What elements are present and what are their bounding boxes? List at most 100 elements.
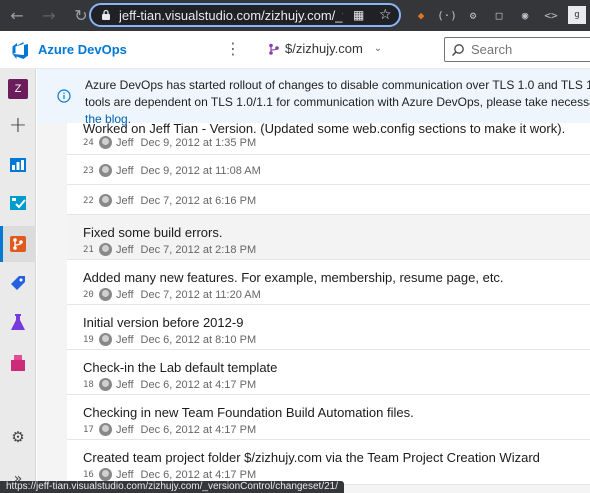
changeset-date: Dec 9, 2012 at 11:08 AM [140, 164, 261, 177]
changeset-id: 23 [83, 165, 94, 176]
changeset-meta: 18 Jeff Dec 6, 2012 at 4:17 PM [83, 378, 256, 391]
changeset-comment: Added many new features. For example, me… [83, 270, 504, 285]
changeset-meta: 19 Jeff Dec 6, 2012 at 8:10 PM [83, 333, 256, 346]
changeset-meta: 16 Jeff Dec 6, 2012 at 4:17 PM [83, 468, 256, 481]
changeset-date: Dec 7, 2012 at 6:16 PM [140, 194, 257, 207]
azure-devops-logo[interactable] [10, 40, 30, 60]
extension-icon[interactable]: ⚙ [464, 6, 482, 24]
changeset-panel: Azure DevOps has started rollout of chan… [37, 69, 590, 493]
link-status-bar: https://jeff-tian.visualstudio.com/zizhu… [0, 481, 345, 493]
chevron-down-icon: ⌄ [373, 43, 383, 54]
changeset-row[interactable]: Created team project folder $/zizhujy.co… [67, 440, 590, 485]
app-title[interactable]: Azure DevOps [38, 42, 127, 57]
add-icon[interactable]: + [0, 107, 36, 143]
changeset-meta: 21 Jeff Dec 7, 2012 at 2:18 PM [83, 243, 256, 256]
code-icon[interactable]: <> [542, 6, 560, 24]
changeset-id: 21 [83, 244, 94, 255]
changeset-id: 22 [83, 195, 94, 206]
left-nav-rail: Z + ⚙ » [0, 69, 36, 493]
changeset-date: Dec 6, 2012 at 4:17 PM [140, 378, 257, 391]
app-header: Azure DevOps ⋮ $/zizhujy.com ⌄ [0, 31, 590, 69]
avatar [99, 288, 112, 301]
changeset-date: Dec 6, 2012 at 4:17 PM [140, 468, 257, 481]
changeset-row[interactable]: Fixed some build errors. 21 Jeff Dec 7, … [67, 215, 590, 260]
author-name: Jeff [116, 194, 134, 207]
changeset-id: 24 [83, 137, 94, 148]
changeset-row[interactable]: Check-in the Lab default template 18 Jef… [67, 350, 590, 395]
url-text[interactable]: jeff-tian.visualstudio.com/zizhujy.com/_… [119, 8, 343, 23]
back-icon[interactable]: ← [6, 5, 28, 27]
avatar [99, 378, 112, 391]
more-options-icon[interactable]: ⋮ [225, 39, 241, 58]
avatar [99, 423, 112, 436]
pipelines-icon[interactable] [0, 265, 36, 301]
overview-icon[interactable] [0, 147, 36, 183]
avatar [99, 333, 112, 346]
changeset-id: 19 [83, 334, 94, 345]
changeset-date: Dec 9, 2012 at 1:35 PM [140, 136, 257, 149]
avatar [99, 468, 112, 481]
banner-line-2: tools are dependent on TLS 1.0/1.1 for c… [85, 95, 590, 109]
project-avatar[interactable]: Z [0, 71, 36, 107]
extensions-bar: ◆ (·) ⚙ □ ◉ <> g ● [412, 6, 590, 24]
changeset-meta: 24 Jeff Dec 9, 2012 at 1:35 PM [83, 136, 256, 149]
lock-icon [99, 8, 113, 22]
project-initial: Z [8, 79, 28, 99]
changeset-id: 18 [83, 379, 94, 390]
changeset-date: Dec 6, 2012 at 8:10 PM [140, 333, 257, 346]
settings-gear-icon[interactable]: ⚙ [0, 419, 36, 455]
extension-icon[interactable]: □ [490, 6, 508, 24]
changeset-comment: Check-in the Lab default template [83, 360, 278, 375]
changeset-id: 16 [83, 469, 94, 480]
changeset-id: 17 [83, 424, 94, 435]
extension-icon[interactable]: (·) [437, 6, 457, 24]
test-plans-icon[interactable] [0, 305, 36, 341]
camera-icon[interactable]: ◉ [516, 6, 534, 24]
qr-code-icon[interactable]: ▦ [353, 8, 364, 22]
author-name: Jeff [116, 378, 134, 391]
blog-link[interactable]: the blog. [85, 112, 131, 126]
changeset-id: 20 [83, 289, 94, 300]
boards-icon[interactable] [0, 185, 36, 221]
author-name: Jeff [116, 333, 134, 346]
changeset-row[interactable]: Checking in new Team Foundation Build Au… [67, 395, 590, 440]
changeset-row[interactable]: 22 Jeff Dec 7, 2012 at 6:16 PM [67, 185, 590, 215]
search-icon [452, 43, 464, 56]
changeset-row[interactable]: Initial version before 2012-9 19 Jeff De… [67, 305, 590, 350]
changeset-row[interactable]: 23 Jeff Dec 9, 2012 at 11:08 AM [67, 155, 590, 185]
changeset-date: Dec 7, 2012 at 11:20 AM [140, 288, 261, 301]
author-name: Jeff [116, 136, 134, 149]
banner-message: Azure DevOps has started rollout of chan… [85, 77, 590, 128]
changeset-meta: 23 Jeff Dec 9, 2012 at 11:08 AM [83, 164, 261, 177]
avatar [99, 194, 112, 207]
changeset-meta: 20 Jeff Dec 7, 2012 at 11:20 AM [83, 288, 261, 301]
address-bar[interactable]: jeff-tian.visualstudio.com/zizhujy.com/_… [89, 3, 401, 27]
changeset-list: Worked on Jeff Tian - Version. (Updated … [67, 109, 590, 485]
changeset-comment: Fixed some build errors. [83, 225, 223, 240]
browser-toolbar: ← → ↻ jeff-tian.visualstudio.com/zizhujy… [0, 0, 590, 31]
avatar [99, 243, 112, 256]
forward-icon[interactable]: → [38, 5, 60, 27]
changeset-comment: Initial version before 2012-9 [83, 315, 244, 330]
changeset-date: Dec 6, 2012 at 4:17 PM [140, 423, 257, 436]
search-box[interactable] [444, 37, 590, 62]
info-icon [57, 89, 71, 103]
repo-icon [269, 43, 279, 55]
changeset-meta: 17 Jeff Dec 6, 2012 at 4:17 PM [83, 423, 256, 436]
repo-picker[interactable]: $/zizhujy.com ⌄ [268, 41, 382, 56]
repos-icon[interactable] [0, 226, 36, 262]
author-name: Jeff [116, 243, 134, 256]
tls-notice-banner: Azure DevOps has started rollout of chan… [37, 69, 590, 126]
bookmark-star-icon[interactable]: ☆ [379, 7, 392, 23]
metamask-icon[interactable]: ◆ [412, 6, 430, 24]
extension-icon[interactable]: g [568, 6, 586, 24]
banner-line-1: Azure DevOps has started rollout of chan… [85, 78, 590, 92]
avatar [99, 164, 112, 177]
artifacts-icon[interactable] [0, 345, 36, 381]
author-name: Jeff [116, 164, 134, 177]
changeset-row[interactable]: Added many new features. For example, me… [67, 260, 590, 305]
author-name: Jeff [116, 288, 134, 301]
avatar [99, 136, 112, 149]
search-input[interactable] [471, 42, 581, 57]
author-name: Jeff [116, 423, 134, 436]
